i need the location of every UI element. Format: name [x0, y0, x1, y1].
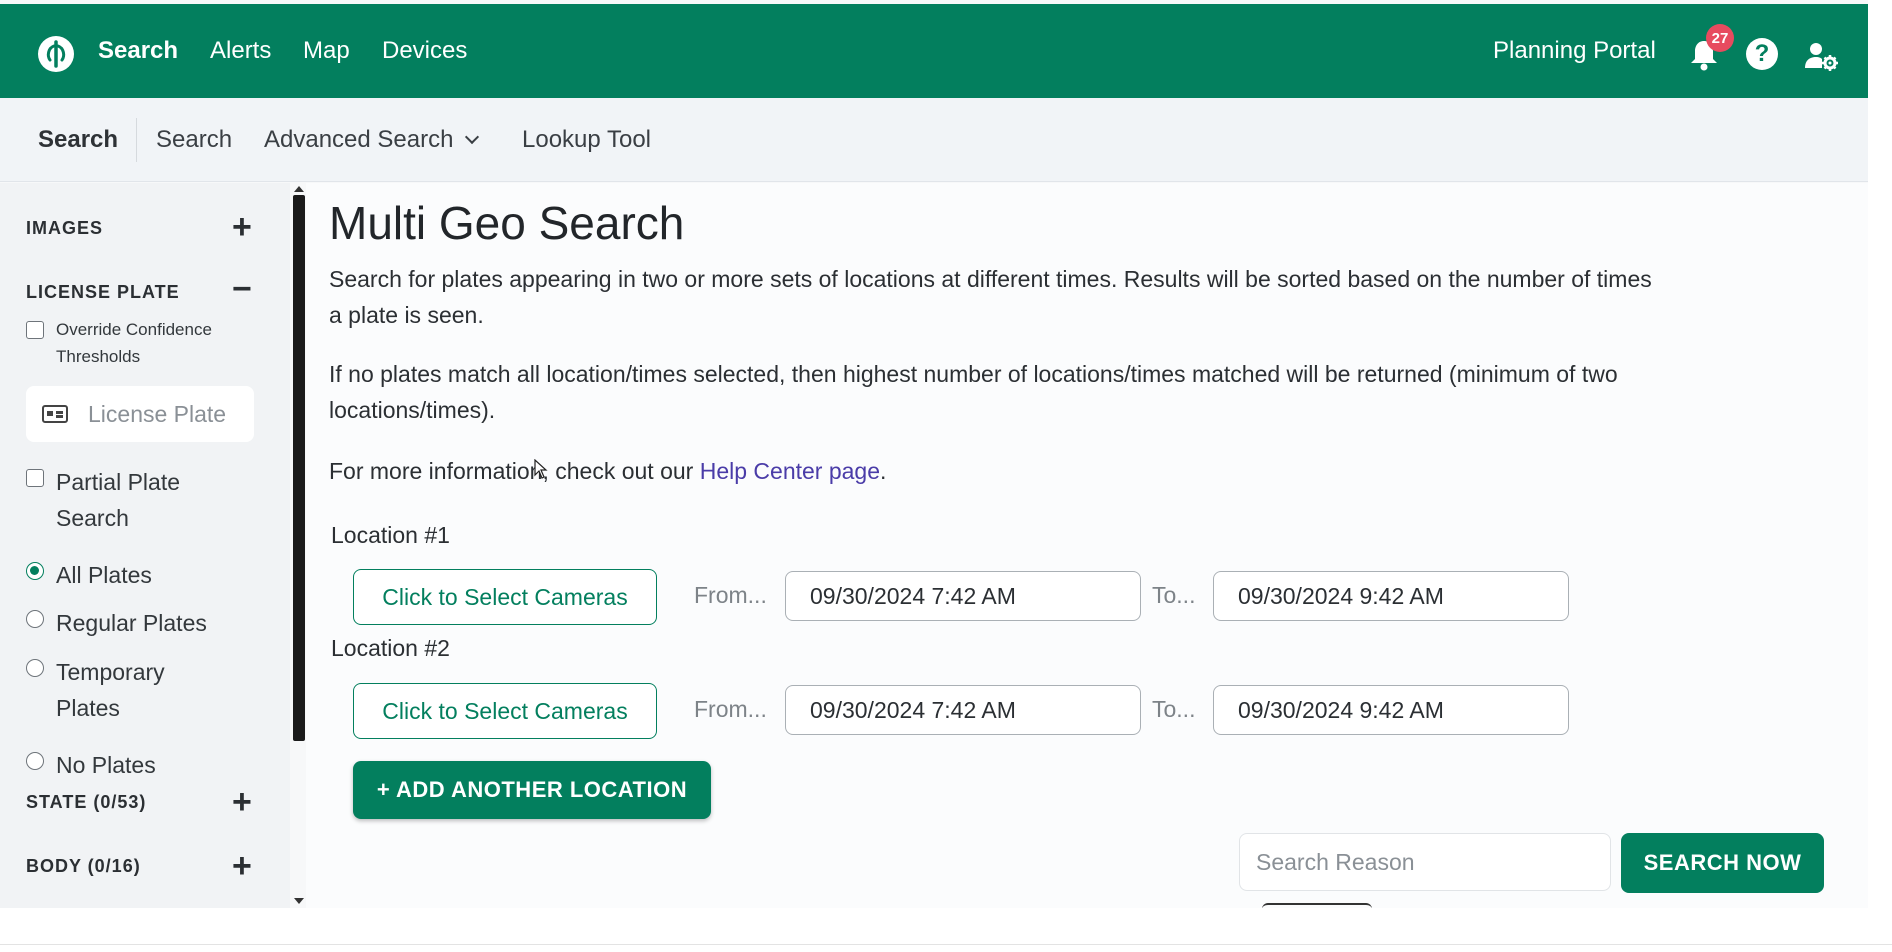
filter-sidebar: IMAGES + LICENSE PLATE − Override Confid… [0, 183, 290, 908]
help-icon[interactable]: ? [1746, 38, 1778, 70]
body-expand-icon[interactable]: + [232, 849, 252, 883]
location-1-select-cameras-button[interactable]: Click to Select Cameras [353, 569, 657, 625]
partial-line-1: Partial Plate [56, 469, 181, 495]
logo-icon[interactable] [38, 36, 74, 72]
description-2-line-1: If no plates match all location/times se… [329, 361, 1618, 387]
help-info-prefix: For more information, check out our [329, 458, 700, 484]
images-expand-icon[interactable]: + [232, 210, 252, 244]
subnav-section-title: Search [38, 126, 119, 153]
location-2-label: Location #2 [331, 635, 450, 661]
nav-map[interactable]: Map [303, 37, 350, 65]
license-plate-collapse-icon[interactable]: − [232, 272, 252, 306]
planning-portal-link[interactable]: Planning Portal [1493, 37, 1656, 65]
description-1-line-2: a plate is seen. [329, 302, 484, 328]
radio-no-plates[interactable]: No Plates [26, 747, 156, 783]
sub-nav-bar: Search Search Advanced Search Lookup Too… [0, 98, 1868, 182]
radio-regular-plates-label: Regular Plates [56, 610, 207, 636]
subnav-search[interactable]: Search [156, 126, 232, 154]
subnav-divider [136, 118, 137, 162]
partial-plate-label: Partial Plate Search [56, 464, 180, 536]
sidebar-scrollbar[interactable] [293, 195, 305, 741]
images-heading: IMAGES [26, 218, 104, 238]
help-info-suffix: . [880, 458, 887, 484]
subnav-advanced-search-label: Advanced Search [264, 126, 454, 153]
location-2-from-date[interactable]: 09/30/2024 7:42 AM [785, 685, 1141, 735]
description-1-line-1: Search for plates appearing in two or mo… [329, 266, 1652, 292]
notification-badge: 27 [1706, 24, 1734, 52]
partial-plate-checkbox[interactable]: Partial Plate Search [26, 464, 180, 536]
radio-temporary-plates-label: Temporary Plates [56, 654, 165, 726]
chevron-down-icon [465, 129, 480, 145]
temporary-line-1: Temporary [56, 659, 165, 685]
help-info-text: For more information, check out our Help… [329, 453, 1849, 489]
nav-devices[interactable]: Devices [382, 37, 467, 65]
state-heading: STATE (0/53) [26, 792, 147, 812]
nav-alerts[interactable]: Alerts [210, 37, 271, 65]
location-2-from-label: From... [694, 696, 767, 722]
help-center-link[interactable]: Help Center page [700, 458, 880, 484]
user-settings-icon[interactable] [1804, 40, 1838, 72]
radio-all-plates-label: All Plates [56, 562, 152, 588]
location-1-label: Location #1 [331, 522, 450, 548]
description-paragraph-2: If no plates match all location/times se… [329, 356, 1849, 428]
search-now-button[interactable]: SEARCH NOW [1621, 833, 1824, 893]
partially-visible-element [1262, 903, 1372, 908]
add-another-location-button[interactable]: + ADD ANOTHER LOCATION [353, 761, 711, 819]
radio-all-plates[interactable]: All Plates [26, 557, 152, 593]
license-card-icon [42, 405, 68, 423]
override-checkbox-box[interactable] [26, 321, 44, 339]
partial-line-2: Search [56, 505, 129, 531]
top-nav-bar: Search Alerts Map Devices Planning Porta… [0, 4, 1868, 98]
override-line-1: Override Confidence [56, 320, 212, 339]
override-confidence-label: Override Confidence Thresholds [56, 316, 212, 370]
scroll-up-arrow[interactable] [294, 186, 304, 192]
temporary-line-2: Plates [56, 695, 120, 721]
location-1-to-date[interactable]: 09/30/2024 9:42 AM [1213, 571, 1569, 621]
description-paragraph-1: Search for plates appearing in two or mo… [329, 261, 1849, 333]
radio-regular-plates-dot[interactable] [26, 610, 44, 628]
location-2-to-label: To... [1152, 696, 1196, 722]
body-heading: BODY (0/16) [26, 856, 141, 876]
subnav-lookup-tool[interactable]: Lookup Tool [522, 126, 651, 154]
window-frame-bottom-line [0, 944, 1892, 945]
page-title: Multi Geo Search [329, 197, 685, 249]
scroll-down-arrow[interactable] [294, 898, 304, 904]
window-frame-edge [1868, 0, 1892, 952]
partial-checkbox-box[interactable] [26, 469, 44, 487]
location-2-select-cameras-button[interactable]: Click to Select Cameras [353, 683, 657, 739]
license-plate-field[interactable] [26, 386, 254, 442]
location-1-from-label: From... [694, 582, 767, 608]
location-1-from-date[interactable]: 09/30/2024 7:42 AM [785, 571, 1141, 621]
radio-temporary-plates-dot[interactable] [26, 659, 44, 677]
state-expand-icon[interactable]: + [232, 785, 252, 819]
radio-temporary-plates[interactable]: Temporary Plates [26, 654, 165, 726]
location-1-to-label: To... [1152, 582, 1196, 608]
search-reason-input[interactable] [1239, 833, 1611, 891]
license-plate-heading: LICENSE PLATE [26, 282, 180, 302]
radio-regular-plates[interactable]: Regular Plates [26, 605, 207, 641]
subnav-advanced-search[interactable]: Advanced Search [264, 126, 480, 154]
override-confidence-checkbox[interactable]: Override Confidence Thresholds [26, 316, 212, 370]
override-line-2: Thresholds [56, 347, 141, 366]
description-2-line-2: locations/times). [329, 397, 496, 423]
location-2-to-date[interactable]: 09/30/2024 9:42 AM [1213, 685, 1569, 735]
license-plate-input[interactable] [88, 400, 248, 428]
radio-no-plates-label: No Plates [56, 752, 156, 778]
app-window: Search Alerts Map Devices Planning Porta… [0, 0, 1868, 908]
radio-all-plates-dot[interactable] [26, 562, 44, 580]
radio-no-plates-dot[interactable] [26, 752, 44, 770]
nav-search[interactable]: Search [98, 37, 178, 65]
main-content: Multi Geo Search Search for plates appea… [306, 183, 1868, 908]
